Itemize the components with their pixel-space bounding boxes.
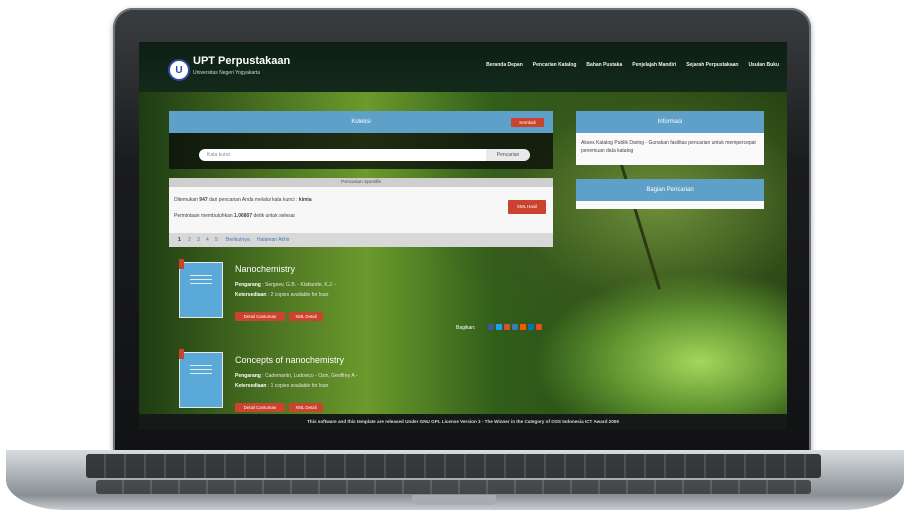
result-availability: Ketersediaan : 2 copies available for lo… [235,292,329,298]
nav-bahan-pustaka[interactable]: Bahan Pustaka [586,62,622,68]
googleplus-icon[interactable] [504,324,510,330]
page-1[interactable]: 1 [178,233,181,247]
laptop-touchpad [412,495,496,505]
specific-search-toggle[interactable]: Pencarian Spesifik [169,178,553,187]
next-page-link[interactable]: Berikutnya [226,233,250,247]
laptop-keyboard [86,454,821,478]
book-cover-icon[interactable] [179,259,223,318]
search-guide-header[interactable]: Bagian Pencarian [576,179,764,201]
share-label: Bagikan: [456,325,476,331]
query-time-line: Permintaan membutuhkan 1.06807 detik unt… [174,213,295,219]
digg-icon[interactable] [512,324,518,330]
site-title[interactable]: UPT Perpustakaan [193,55,290,67]
koleksi-header: Koleksi Kembali [169,111,553,133]
book-cover-icon[interactable] [179,349,223,408]
page-2[interactable]: 2 [188,233,191,247]
site-subtitle: Universitas Negeri Yogyakarta [193,70,260,76]
nav-penjelajah-mandiri[interactable]: Penjelajah Mandiri [632,62,676,68]
search-button[interactable]: Pencarian [486,149,530,161]
page-3[interactable]: 3 [197,233,200,247]
stumbleupon-icon[interactable] [536,324,542,330]
result-title[interactable]: Nanochemistry [235,264,295,274]
detail-record-button[interactable]: Detail Cantuman [235,403,285,412]
result-title[interactable]: Concepts of nanochemistry [235,355,344,365]
university-logo-icon[interactable]: U [168,59,190,81]
result-author: Pengarang : Sergeev, G.B. - Klabunde, K.… [235,282,337,288]
back-button[interactable]: Kembali [511,118,544,127]
xml-detail-button[interactable]: XML Detail [289,403,323,412]
linkedin-icon[interactable] [528,324,534,330]
site-footer: This software and this template are rele… [139,414,787,430]
informasi-header: Informasi [576,111,764,133]
detail-record-button[interactable]: Detail Cantuman [235,312,285,321]
xml-result-button[interactable]: XML Hasil [508,200,546,214]
laptop-keyboard-row [96,480,811,494]
twitter-icon[interactable] [496,324,502,330]
facebook-icon[interactable] [488,324,494,330]
result-count: 947 [199,197,208,203]
laptop-screen: U UPT Perpustakaan Universitas Negeri Yo… [139,42,787,430]
nav-pencarian-katalog[interactable]: Pencarian Katalog [533,62,577,68]
result-author: Pengarang : Cademartiri, Ludovico - Ozin… [235,373,358,379]
nav-usulan-buku[interactable]: Usulan Buku [748,62,779,68]
main-nav: Beranda Depan Pencarian Katalog Bahan Pu… [486,62,779,68]
result-count-line: Ditemukan 947 dari pencarian Anda melalu… [174,197,312,203]
query-time: 1.06807 [234,213,253,219]
nav-beranda[interactable]: Beranda Depan [486,62,523,68]
result-availability: Ketersediaan : 1 copies available for lo… [235,383,329,389]
search-input[interactable]: Kata kunci [199,149,487,161]
result-summary: Ditemukan 947 dari pencarian Anda melalu… [169,187,553,233]
site-header: U UPT Perpustakaan Universitas Negeri Yo… [139,42,787,92]
page-5[interactable]: 5 [215,233,218,247]
informasi-text: Akses Katalog Publik Daring - Gunakan fa… [576,133,764,165]
xml-detail-button[interactable]: XML Detail [289,312,323,321]
koleksi-title: Koleksi [351,119,371,125]
last-page-link[interactable]: Halaman Akhir [257,233,290,247]
search-guide-body [576,201,764,209]
result-keyword: kimia [298,197,312,203]
pagination: 1 2 3 4 5 Berikutnya Halaman Akhir [169,233,553,247]
reddit-icon[interactable] [520,324,526,330]
page-4[interactable]: 4 [206,233,209,247]
nav-sejarah[interactable]: Sejarah Perpustakaan [686,62,738,68]
